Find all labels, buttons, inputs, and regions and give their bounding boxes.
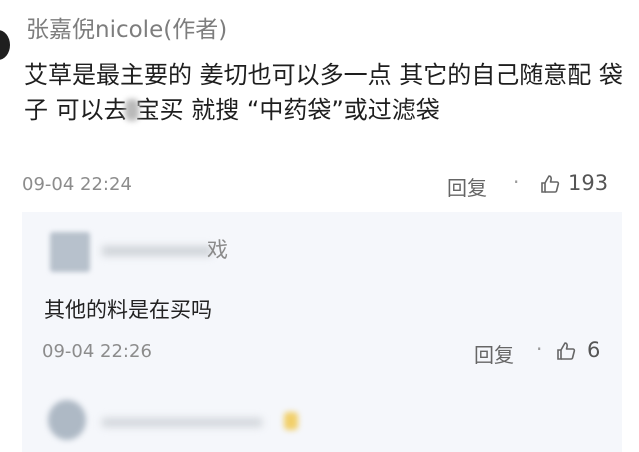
comment-timestamp: 09-04 22:24 <box>22 174 132 195</box>
thumbs-up-icon[interactable] <box>540 174 560 194</box>
comment-text: 艾草是最主要的 姜切也可以多一点 其它的自己随意配 袋子 可以去 宝买 就搜 “中… <box>24 58 624 128</box>
comment-text-part2: 宝买 就搜 “中药袋”或过滤袋 <box>135 96 440 124</box>
next-reply-author-blurred <box>102 418 262 427</box>
comment-meta-row: 09-04 22:24 回复 · 193 <box>0 170 639 201</box>
reply-timestamp: 09-04 22:26 <box>42 341 152 362</box>
reply-author-name[interactable]: 戏 <box>207 234 228 264</box>
reply-author-avatar[interactable] <box>50 232 90 272</box>
next-reply-avatar[interactable] <box>48 400 86 440</box>
reply-meta-row: 09-04 22:26 回复 · 6 <box>22 337 622 368</box>
separator-dot: · <box>536 337 543 361</box>
separator-dot: · <box>513 170 520 194</box>
reply-button[interactable]: 回复 <box>474 339 514 368</box>
like-count: 193 <box>568 171 609 195</box>
reply-author-name-blurred <box>102 246 212 256</box>
author-name[interactable]: 张嘉倪nicole(作者) <box>26 10 227 44</box>
blurred-character <box>124 99 139 121</box>
thumbs-up-icon[interactable] <box>556 341 576 361</box>
reply-text: 其他的料是在买吗 <box>44 298 212 322</box>
reply-container: 戏 其他的料是在买吗 09-04 22:26 回复 · 6 <box>22 212 622 452</box>
reply-button[interactable]: 回复 <box>447 172 487 201</box>
next-reply-badge-blurred <box>284 412 298 430</box>
author-avatar[interactable] <box>0 30 10 60</box>
like-count: 6 <box>587 338 601 362</box>
